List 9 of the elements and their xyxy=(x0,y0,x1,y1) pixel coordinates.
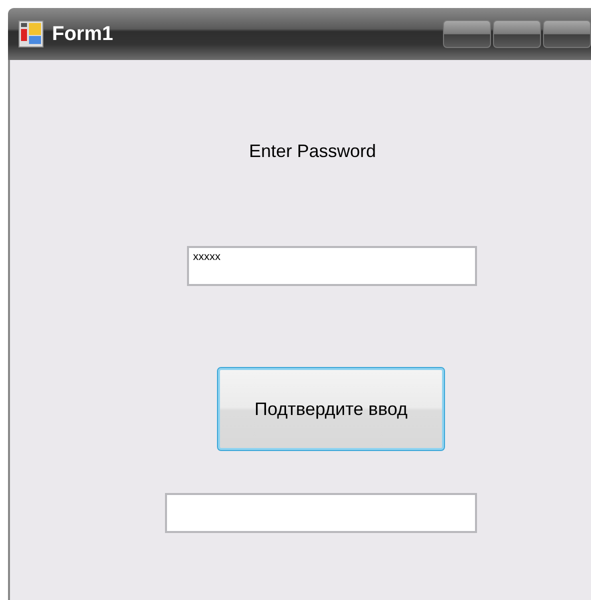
window-title: Form1 xyxy=(52,22,114,46)
close-button[interactable] xyxy=(543,20,591,48)
output-field[interactable] xyxy=(165,493,477,533)
prompt-label: Enter Password xyxy=(249,141,378,162)
minimize-button[interactable] xyxy=(443,20,491,48)
confirm-button[interactable]: Подтвердите ввод xyxy=(217,367,445,451)
maximize-button[interactable] xyxy=(493,20,541,48)
app-icon xyxy=(18,20,44,48)
password-field[interactable]: xxxxx xyxy=(187,246,477,286)
